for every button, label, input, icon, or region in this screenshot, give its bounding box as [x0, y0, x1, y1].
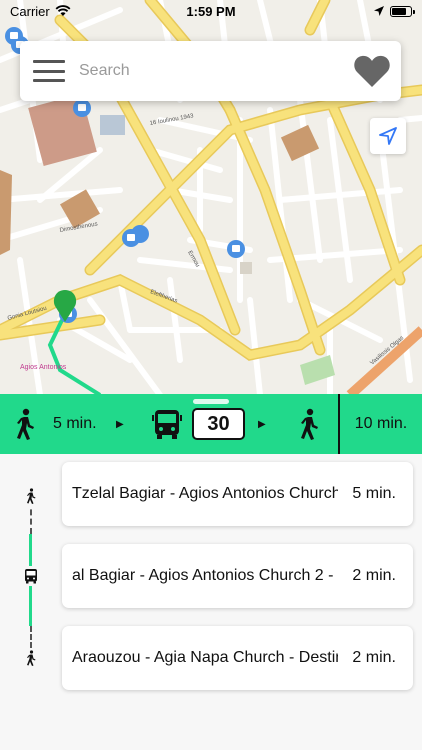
clock: 1:59 PM: [186, 3, 236, 19]
locate-me-button[interactable]: [370, 118, 406, 154]
route-step-card[interactable]: Araouzou - Agia Napa Church - Destin 2 m…: [62, 626, 413, 690]
route-steps-list: Tzelal Bagiar - Agios Antonios Church 5 …: [0, 454, 422, 750]
search-bar: [20, 41, 401, 101]
chevron-right-icon: ▶: [258, 418, 266, 430]
bus-line-badge[interactable]: 30: [192, 408, 245, 440]
drag-handle[interactable]: [193, 399, 229, 404]
wifi-icon: [55, 5, 71, 16]
walk-icon: [21, 648, 41, 668]
timeline-bus-segment: [29, 584, 32, 626]
bus-icon: [152, 410, 182, 439]
total-time: 10 min.: [354, 415, 408, 432]
status-bar: Carrier 1:59 PM: [0, 0, 422, 22]
menu-icon[interactable]: [33, 60, 65, 82]
timeline-walk-segment: [30, 626, 32, 648]
step-name: al Bagiar - Agios Antonios Church 2 - S: [72, 567, 338, 584]
navigation-arrow-icon: [379, 127, 397, 145]
route-step-card[interactable]: al Bagiar - Agios Antonios Church 2 - S …: [62, 544, 413, 608]
route-step-card[interactable]: Tzelal Bagiar - Agios Antonios Church 5 …: [62, 462, 413, 526]
step-name: Tzelal Bagiar - Agios Antonios Church: [72, 485, 338, 502]
step-time: 2 min.: [352, 567, 396, 584]
timeline-bus-segment: [29, 534, 32, 566]
search-input[interactable]: [79, 62, 353, 80]
chevron-right-icon: ▶: [116, 418, 124, 430]
step-time: 2 min.: [352, 649, 396, 666]
location-arrow-icon: [374, 6, 384, 16]
walk-icon: [17, 408, 34, 440]
walk-icon: [301, 408, 318, 440]
step-time: 5 min.: [352, 485, 396, 502]
route-summary-bar[interactable]: 5 min. ▶ 30 ▶ 10 min.: [0, 394, 422, 454]
battery-icon: [390, 5, 415, 17]
bus-icon: [21, 566, 41, 586]
walk-icon: [21, 486, 41, 506]
walk-time-1: 5 min.: [53, 415, 97, 432]
carrier-label: Carrier: [10, 3, 50, 19]
svg-text:Agios Antonios: Agios Antonios: [20, 364, 67, 371]
heart-icon[interactable]: [353, 54, 391, 88]
step-name: Araouzou - Agia Napa Church - Destin: [72, 649, 338, 666]
